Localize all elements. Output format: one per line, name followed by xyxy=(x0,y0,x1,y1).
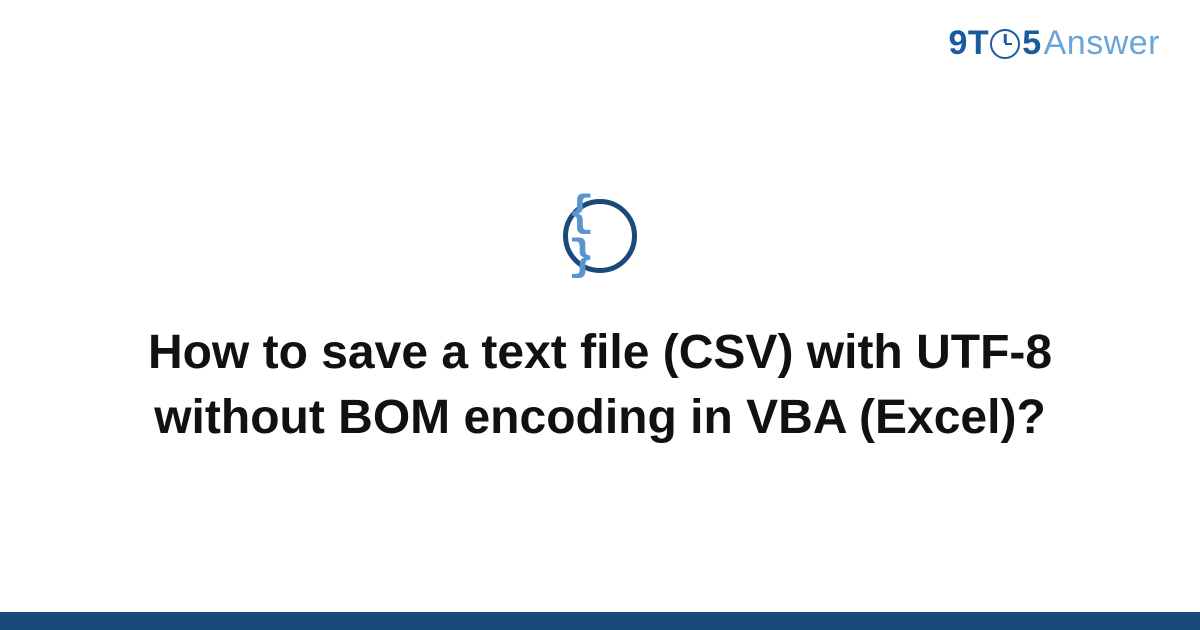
main-content: { } How to save a text file (CSV) with U… xyxy=(0,0,1200,630)
question-title: How to save a text file (CSV) with UTF-8… xyxy=(110,321,1090,451)
footer-accent-bar xyxy=(0,612,1200,630)
code-braces-icon: { } xyxy=(563,199,637,273)
brace-glyph: { } xyxy=(568,192,632,280)
